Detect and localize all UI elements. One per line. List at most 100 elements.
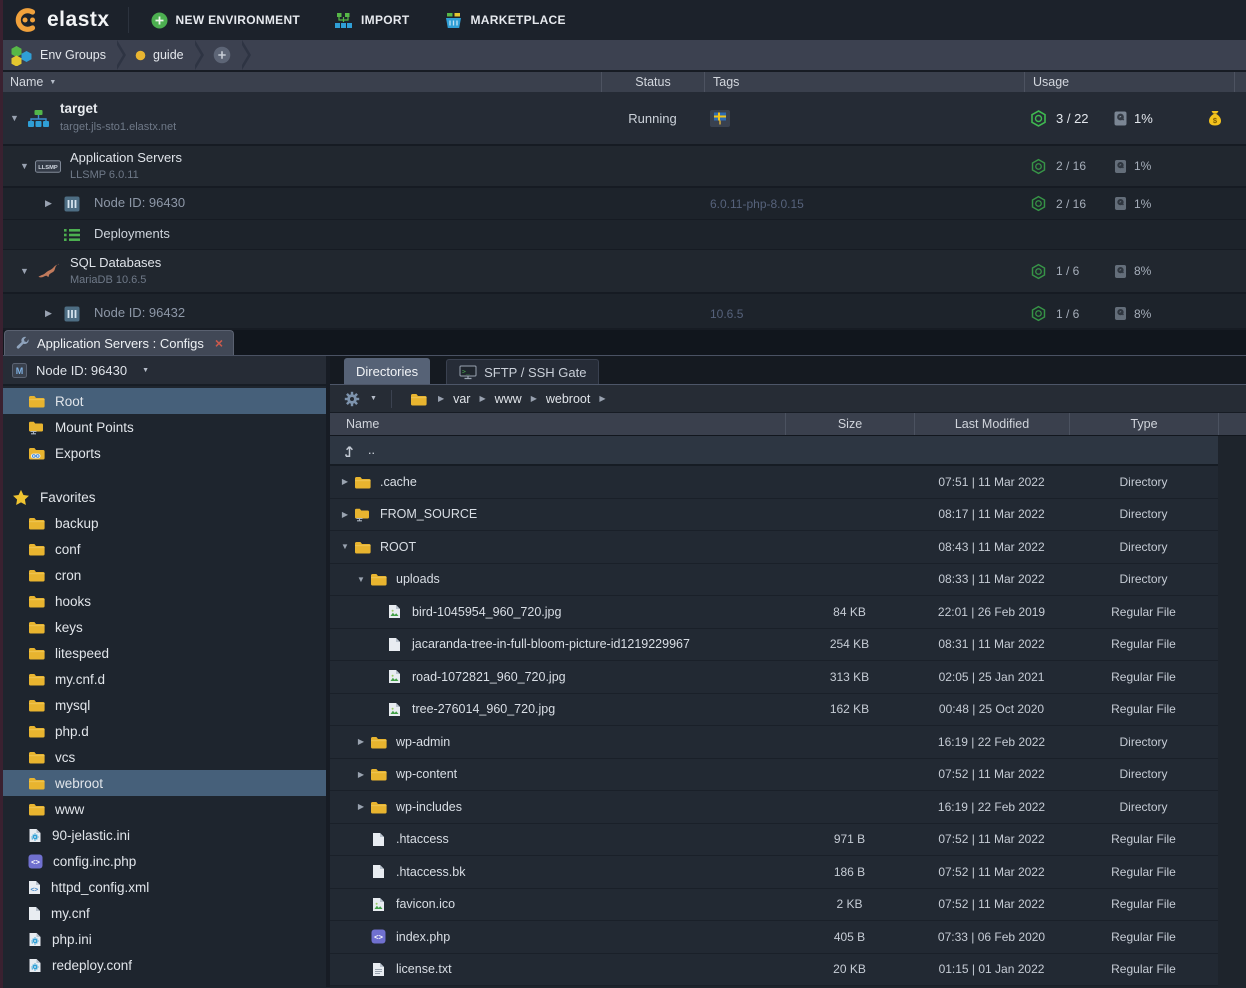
sidebar-item-keys[interactable]: keys xyxy=(0,614,326,640)
sidebar-item-my-cnf-d[interactable]: my.cnf.d xyxy=(0,666,326,692)
file-type: Regular File xyxy=(1069,865,1218,879)
env-row-application-servers[interactable]: ▼LLSMPApplication ServersLLSMP 6.0.112 /… xyxy=(0,146,1246,188)
column-header-name[interactable]: Name▼ xyxy=(0,72,601,92)
elastx-logo[interactable]: elastx xyxy=(0,6,128,34)
sidebar-item-mount-points[interactable]: Mount Points xyxy=(0,414,326,440)
file-row-uploads[interactable]: ▼uploads08:33 | 11 Mar 2022Directory xyxy=(330,564,1218,597)
file-row-from-source[interactable]: ▶FROM_SOURCE08:17 | 11 Mar 2022Directory xyxy=(330,499,1218,532)
sidebar-item-root[interactable]: Root xyxy=(0,388,326,414)
node-icon xyxy=(59,196,85,212)
sidebar-item-cron[interactable]: cron xyxy=(0,562,326,588)
tab-sftp-ssh-gate[interactable]: >_ SFTP / SSH Gate xyxy=(446,359,599,384)
window-edge xyxy=(0,0,3,988)
file-column-size[interactable]: Size xyxy=(785,413,914,435)
sidebar-item-favorites[interactable]: Favorites xyxy=(0,484,326,510)
expander-right-icon[interactable]: ▶ xyxy=(354,737,368,746)
column-header-spacer xyxy=(1234,72,1246,92)
node-selector[interactable]: M Node ID: 96430 ▼ xyxy=(0,356,326,386)
path-item-www[interactable]: www xyxy=(495,392,522,406)
file-column-type[interactable]: Type xyxy=(1069,413,1218,435)
sidebar-item-config-inc-php[interactable]: <>config.inc.php xyxy=(0,848,326,874)
env-row-node-id-96430[interactable]: ▶Node ID: 964306.0.11-php-8.0.152 / 161% xyxy=(0,188,1246,220)
file-row-cache[interactable]: ▶.cache07:51 | 11 Mar 2022Directory xyxy=(330,466,1218,499)
folder-icon xyxy=(28,594,45,608)
expander-down-icon[interactable]: ▼ xyxy=(354,575,368,584)
column-header-usage[interactable]: Usage xyxy=(1024,72,1234,92)
sidebar-item-90-jelastic-ini[interactable]: 90-jelastic.ini xyxy=(0,822,326,848)
env-row-deployments[interactable]: Deployments xyxy=(0,220,1246,250)
billing-icon-wrap[interactable]: $ xyxy=(1208,110,1222,126)
file-row-htaccess[interactable]: .htaccess971 B07:52 | 11 Mar 2022Regular… xyxy=(330,824,1218,857)
file-type: Directory xyxy=(1069,767,1218,781)
breadcrumb-item-env-groups[interactable]: Env Groups xyxy=(10,45,106,66)
sidebar-item-conf[interactable]: conf xyxy=(0,536,326,562)
file-last-modified: 08:31 | 11 Mar 2022 xyxy=(914,637,1069,651)
sidebar-item-php-ini[interactable]: php.ini xyxy=(0,926,326,952)
expander-right-icon[interactable]: ▶ xyxy=(354,802,368,811)
env-row-target[interactable]: ▼targettarget.jls-sto1.elastx.netRunning… xyxy=(0,92,1246,146)
expander-right-icon[interactable]: ▶ xyxy=(338,477,352,486)
file-panel: Directories >_ SFTP / SSH Gate ▼ ▶ var ▶ ww… xyxy=(330,356,1246,987)
sidebar-item-litespeed[interactable]: litespeed xyxy=(0,640,326,666)
expander-down-icon[interactable]: ▼ xyxy=(16,266,33,276)
expander-right-icon[interactable]: ▶ xyxy=(40,308,57,319)
path-item-webroot[interactable]: webroot xyxy=(546,392,590,406)
close-tab-icon[interactable]: × xyxy=(215,335,223,351)
file-type: Regular File xyxy=(1069,962,1218,976)
sidebar-item-hooks[interactable]: hooks xyxy=(0,588,326,614)
file-row-tree-276014-960-720-jpg[interactable]: tree-276014_960_720.jpg162 KB00:48 | 25 … xyxy=(330,694,1218,727)
file-row-wp-admin[interactable]: ▶wp-admin16:19 | 22 Feb 2022Directory xyxy=(330,726,1218,759)
column-header-tags[interactable]: Tags xyxy=(704,72,1024,92)
file-row-root[interactable]: ▼ROOT08:43 | 11 Mar 2022Directory xyxy=(330,531,1218,564)
expander-right-icon[interactable]: ▶ xyxy=(40,198,57,209)
sidebar-item-php-d[interactable]: php.d xyxy=(0,718,326,744)
file-row-favicon-ico[interactable]: favicon.ico2 KB07:52 | 11 Mar 2022Regula… xyxy=(330,889,1218,922)
sidebar-item-vcs[interactable]: vcs xyxy=(0,744,326,770)
column-header-status[interactable]: Status xyxy=(601,72,704,92)
tab-configs[interactable]: Application Servers : Configs × xyxy=(4,330,234,355)
sidebar-item-exports[interactable]: Exports xyxy=(0,440,326,466)
file-last-modified: 02:05 | 25 Jan 2021 xyxy=(914,670,1069,684)
ini-icon xyxy=(28,932,42,947)
file-row-jacaranda-tree-in-full-bloom-picture-id1219229967[interactable]: jacaranda-tree-in-full-bloom-picture-id1… xyxy=(330,629,1218,662)
file-row-license-txt[interactable]: license.txt20 KB01:15 | 01 Jan 2022Regul… xyxy=(330,954,1218,987)
sidebar-item-webroot[interactable]: webroot xyxy=(0,770,326,796)
expander-down-icon[interactable]: ▼ xyxy=(6,113,23,123)
file-row-wp-content[interactable]: ▶wp-content07:52 | 11 Mar 2022Directory xyxy=(330,759,1218,792)
folder-icon xyxy=(368,800,388,814)
sidebar-item-www[interactable]: www xyxy=(0,796,326,822)
settings-button[interactable]: ▼ xyxy=(338,391,383,407)
file-row-road-1072821-960-720-jpg[interactable]: road-1072821_960_720.jpg313 KB02:05 | 25… xyxy=(330,661,1218,694)
file-column-last-modified[interactable]: Last Modified xyxy=(914,413,1069,435)
file-size: 254 KB xyxy=(785,637,914,651)
topbar-marketplace[interactable]: MARKETPLACE xyxy=(444,12,566,29)
env-row-sql-databases[interactable]: ▼SQL DatabasesMariaDB 10.6.51 / 68% xyxy=(0,250,1246,294)
expander-down-icon[interactable]: ▼ xyxy=(338,542,352,551)
topbar-new-environment[interactable]: NEW ENVIRONMENT xyxy=(151,12,301,29)
breadcrumb-item-guide[interactable]: guide xyxy=(135,48,184,62)
file-column-name[interactable]: Name xyxy=(330,413,785,435)
breadcrumb-separator xyxy=(114,40,127,70)
expander-right-icon[interactable]: ▶ xyxy=(338,510,352,519)
sidebar-item-my-cnf[interactable]: my.cnf xyxy=(0,900,326,926)
path-separator-icon: ▶ xyxy=(479,394,485,403)
topbar-import[interactable]: IMPORT xyxy=(334,12,409,29)
env-row-node-id-96432[interactable]: ▶Node ID: 9643210.6.51 / 68% xyxy=(0,294,1246,328)
breadcrumb-item-add[interactable] xyxy=(213,46,231,64)
breadcrumb-separator xyxy=(239,40,252,70)
sidebar-item-redeploy-conf[interactable]: redeploy.conf xyxy=(0,952,326,978)
toolbar-divider xyxy=(391,390,392,408)
sidebar-item-httpd-config-xml[interactable]: <>httpd_config.xml xyxy=(0,874,326,900)
sidebar-item-mysql[interactable]: mysql xyxy=(0,692,326,718)
path-item-var[interactable]: var xyxy=(453,392,470,406)
tab-directories[interactable]: Directories xyxy=(344,358,430,384)
sidebar-item-backup[interactable]: backup xyxy=(0,510,326,536)
expander-right-icon[interactable]: ▶ xyxy=(354,770,368,779)
file-row-up[interactable]: .. xyxy=(330,436,1218,466)
file-row-bird-1045954-960-720-jpg[interactable]: bird-1045954_960_720.jpg84 KB22:01 | 26 … xyxy=(330,596,1218,629)
folder-icon xyxy=(28,750,45,764)
expander-down-icon[interactable]: ▼ xyxy=(16,161,33,171)
file-row-wp-includes[interactable]: ▶wp-includes16:19 | 22 Feb 2022Directory xyxy=(330,791,1218,824)
file-row-index-php[interactable]: <>index.php405 B07:33 | 06 Feb 2020Regul… xyxy=(330,921,1218,954)
file-row-htaccess-bk[interactable]: .htaccess.bk186 B07:52 | 11 Mar 2022Regu… xyxy=(330,856,1218,889)
